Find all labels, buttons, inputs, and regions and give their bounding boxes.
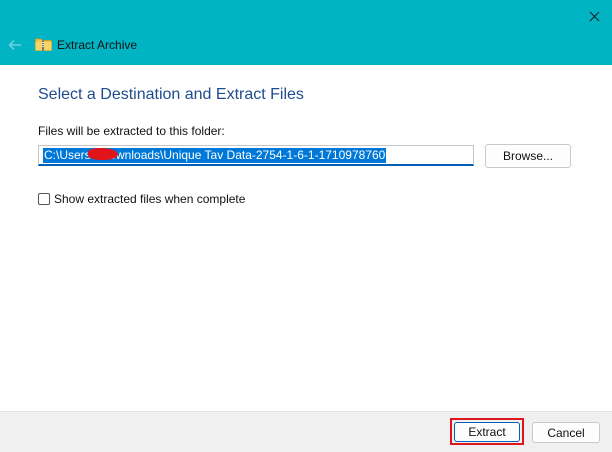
show-extracted-files-option[interactable]: Show extracted files when complete bbox=[38, 192, 245, 206]
show-extracted-files-checkbox[interactable] bbox=[38, 193, 50, 205]
browse-button[interactable]: Browse... bbox=[485, 144, 571, 168]
show-extracted-files-label[interactable]: Show extracted files when complete bbox=[54, 192, 245, 206]
destination-label: Files will be extracted to this folder: bbox=[38, 124, 225, 138]
window-title: Extract Archive bbox=[57, 38, 138, 52]
extract-archive-window: Extract Archive Select a Destination and… bbox=[0, 0, 612, 452]
cancel-button[interactable]: Cancel bbox=[532, 422, 600, 443]
page-heading: Select a Destination and Extract Files bbox=[38, 86, 304, 103]
back-arrow-icon bbox=[8, 40, 21, 50]
close-button[interactable] bbox=[584, 6, 604, 26]
extract-button[interactable]: Extract bbox=[454, 422, 520, 442]
close-icon bbox=[589, 11, 599, 21]
back-button[interactable] bbox=[6, 36, 24, 54]
destination-path-input[interactable]: C:\Users\ \Downloads\Unique Tav Data-275… bbox=[38, 145, 474, 166]
redaction-mark bbox=[88, 148, 118, 160]
title-bar: Extract Archive bbox=[0, 0, 612, 65]
zip-folder-icon bbox=[35, 38, 52, 51]
